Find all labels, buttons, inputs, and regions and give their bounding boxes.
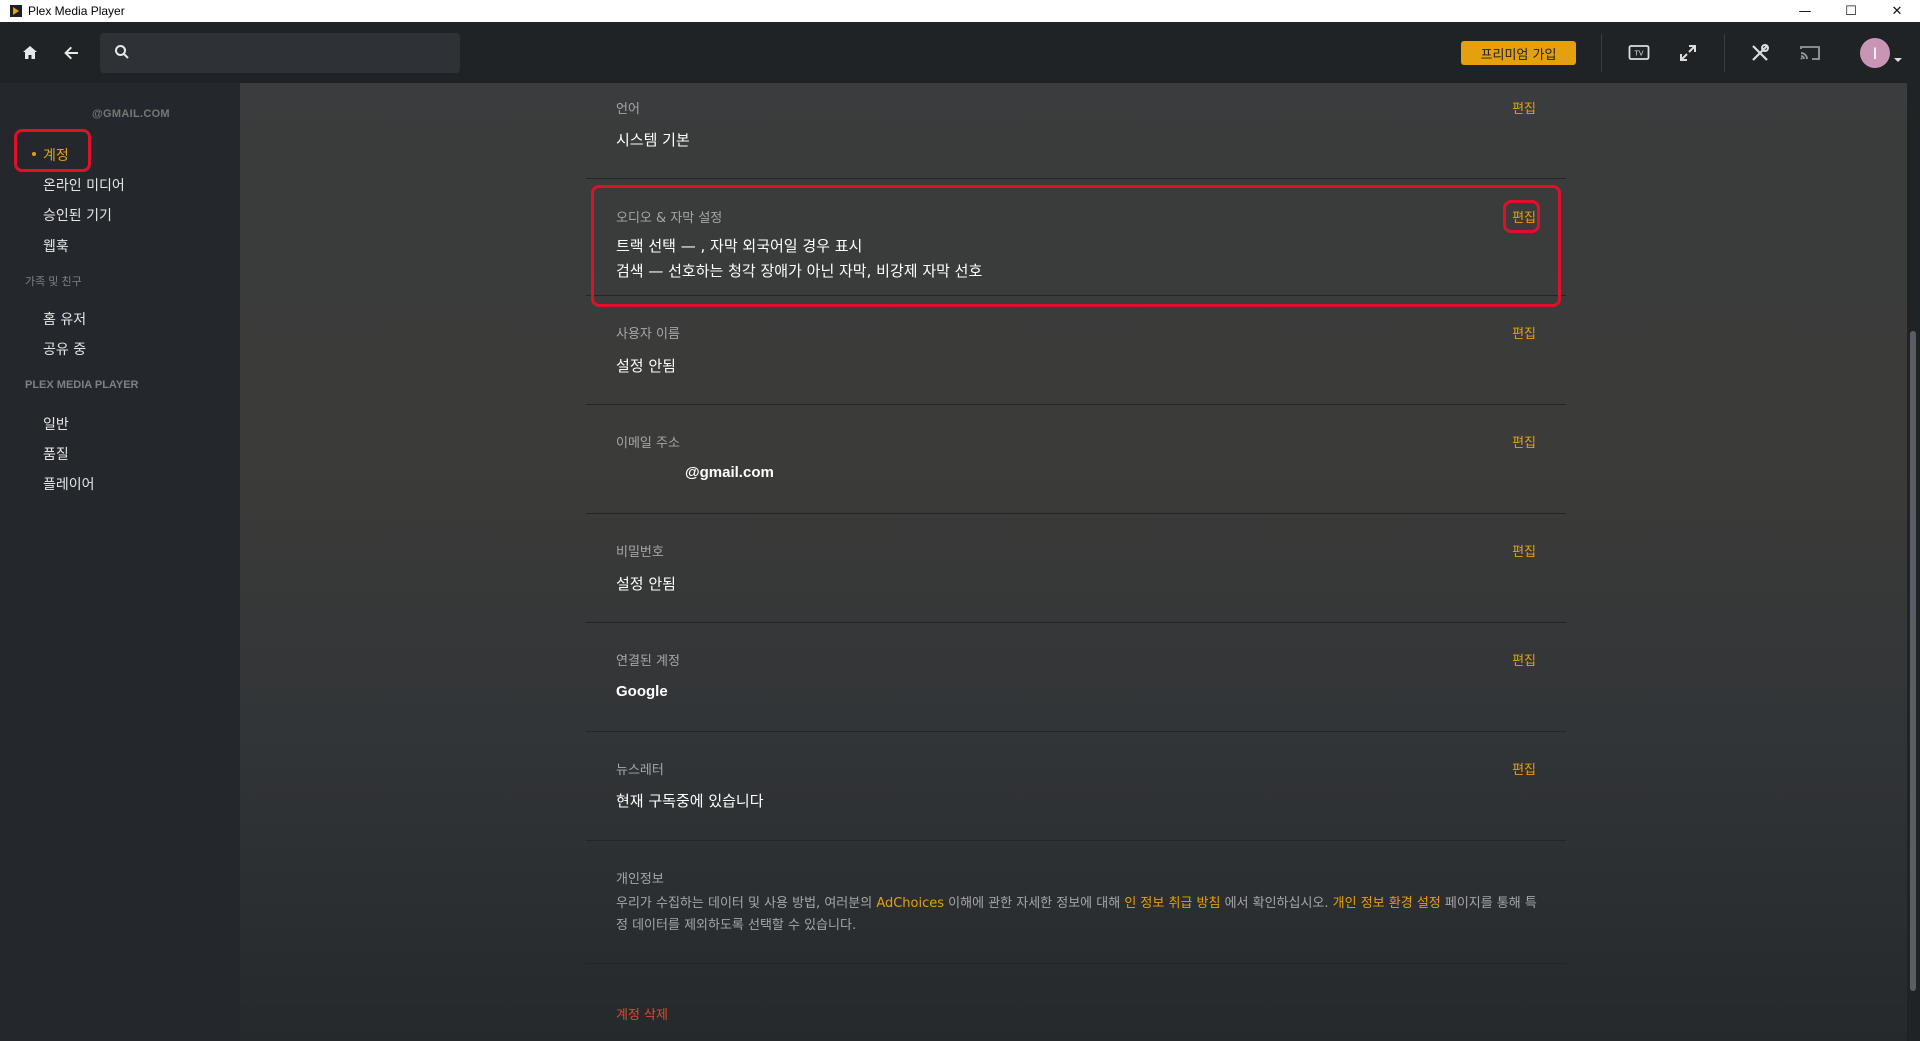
setting-row-privacy: 개인정보 우리가 수집하는 데이터 및 사용 방법, 여러분의 AdChoice… [586,841,1566,964]
setting-label: 개인정보 [616,872,664,887]
window-titlebar: Plex Media Player — ☐ ✕ [0,0,1920,22]
main-content: 언어 시스템 기본 편집 오디오 & 자막 설정 트랙 선택 — , 자막 외국… [240,83,1907,1041]
sidebar-item-webhooks[interactable]: 웹훅 [43,236,69,256]
privacy-description: 우리가 수집하는 데이터 및 사용 방법, 여러분의 AdChoices 이해에… [616,893,1546,937]
setting-label: 비밀번호 [616,545,664,560]
tv-mode-icon[interactable]: TV [1623,37,1655,69]
edit-button[interactable]: 편집 [1512,323,1536,342]
setting-value: @gmail.com [685,464,774,481]
highlight-annotation [14,129,91,172]
setting-label: 연결된 계정 [616,654,680,669]
setting-row-password: 비밀번호 설정 안됨 편집 [586,514,1566,623]
highlight-annotation [591,185,1561,307]
setting-row-language: 언어 시스템 기본 편집 [586,83,1566,179]
settings-sidebar: @GMAIL.COM 계정 온라인 미디어 승인된 기기 웹훅 가족 및 친구 … [0,83,240,1041]
setting-row-linked-accounts: 연결된 계정 Google 편집 [586,623,1566,732]
svg-text:TV: TV [1633,50,1643,58]
account-email-header: @GMAIL.COM [92,108,170,120]
scrollbar[interactable] [1907,83,1920,1041]
search-input[interactable] [140,33,450,73]
fullscreen-icon[interactable] [1672,37,1704,69]
sidebar-item-online-media[interactable]: 온라인 미디어 [43,175,125,195]
sidebar-item-quality[interactable]: 품질 [43,444,69,464]
nav-divider [1601,34,1602,72]
privacy-text: 에서 확인하십시오. [1220,896,1333,911]
nav-divider [1724,34,1725,72]
sidebar-section-family: 가족 및 친구 [25,276,82,288]
setting-label: 언어 [616,102,640,117]
delete-account-link[interactable]: 계정 삭제 [616,1004,668,1023]
search-box[interactable] [100,33,460,73]
top-navigation: 프리미엄 가입 TV I [0,22,1920,83]
premium-signup-button[interactable]: 프리미엄 가입 [1461,41,1576,65]
user-avatar[interactable]: I [1860,38,1890,68]
scrollbar-thumb[interactable] [1910,331,1916,991]
edit-button[interactable]: 편집 [1512,650,1536,669]
setting-row-email: 이메일 주소 @gmail.com 편집 [586,405,1566,514]
settings-tools-icon[interactable] [1744,37,1776,69]
setting-label: 뉴스레터 [616,763,664,778]
window-controls: — ☐ ✕ [1782,0,1920,22]
setting-value: 설정 안됨 [616,357,676,375]
setting-value: 시스템 기본 [616,131,690,149]
sidebar-item-general[interactable]: 일반 [43,414,69,434]
edit-button[interactable]: 편집 [1512,432,1536,451]
home-icon[interactable] [14,37,46,69]
maximize-button[interactable]: ☐ [1828,0,1874,22]
privacy-preferences-link[interactable]: 개인 정보 환경 설정 [1333,896,1441,911]
sidebar-item-player[interactable]: 플레이어 [43,474,95,494]
setting-label: 사용자 이름 [616,327,680,342]
chevron-down-icon[interactable] [1893,49,1903,68]
adchoices-link[interactable]: AdChoices [876,896,944,911]
setting-value: Google [616,683,668,700]
privacy-text: 우리가 수집하는 데이터 및 사용 방법, 여러분의 [616,896,877,911]
sidebar-item-authorized-devices[interactable]: 승인된 기기 [43,205,112,225]
close-button[interactable]: ✕ [1874,0,1920,22]
setting-value: 설정 안됨 [616,575,676,593]
setting-label: 이메일 주소 [616,436,680,451]
sidebar-item-sharing[interactable]: 공유 중 [43,339,86,359]
privacy-policy-link[interactable]: 인 정보 취급 방침 [1124,896,1220,911]
edit-button[interactable]: 편집 [1512,759,1536,778]
window-title: Plex Media Player [28,4,125,18]
search-icon [114,44,130,64]
plex-logo-icon [10,5,22,17]
setting-value: 현재 구독중에 있습니다 [616,792,764,810]
privacy-text: 이해에 관한 자세한 정보에 대해 [944,896,1125,911]
highlight-annotation [1503,200,1540,233]
sidebar-section-player: PLEX MEDIA PLAYER [25,379,139,391]
back-arrow-icon[interactable] [55,37,87,69]
cast-icon[interactable] [1794,37,1826,69]
minimize-button[interactable]: — [1782,0,1828,22]
setting-row-newsletter: 뉴스레터 현재 구독중에 있습니다 편집 [586,732,1566,841]
edit-button[interactable]: 편집 [1512,541,1536,560]
sidebar-item-home-users[interactable]: 홈 유저 [43,309,86,329]
edit-button[interactable]: 편집 [1512,98,1536,117]
setting-row-username: 사용자 이름 설정 안됨 편집 [586,296,1566,405]
